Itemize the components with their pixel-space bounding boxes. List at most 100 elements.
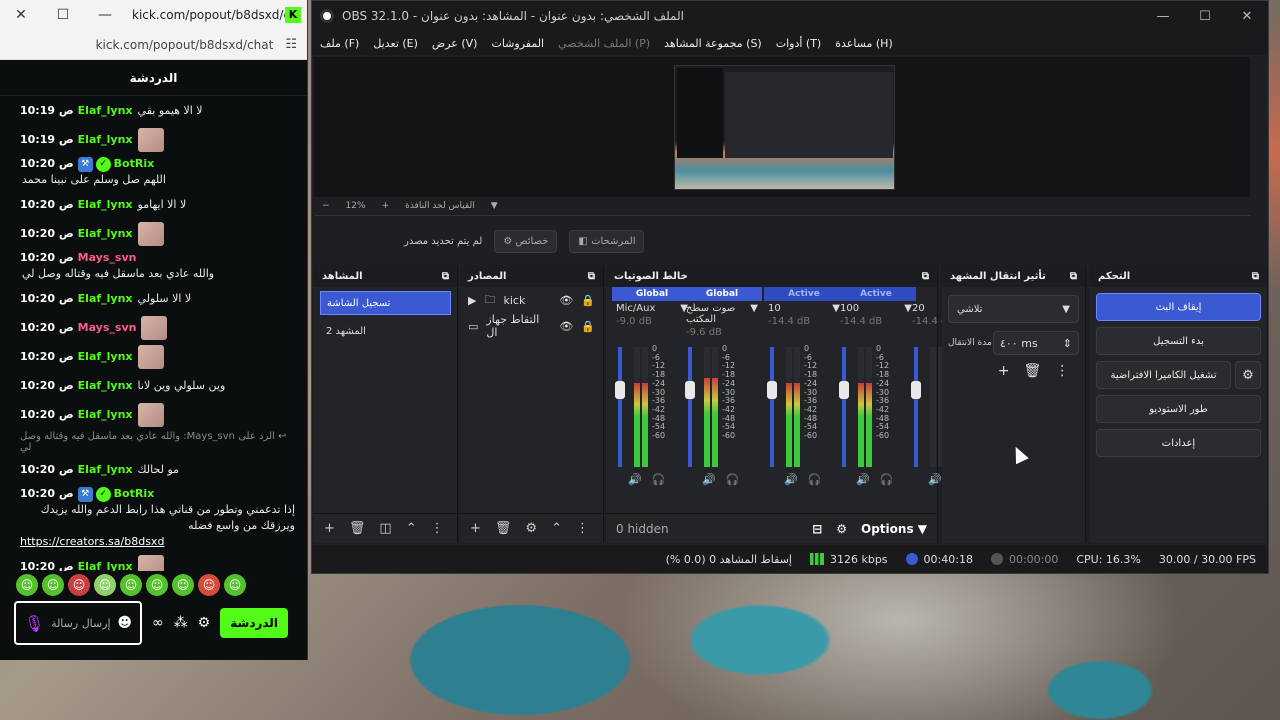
maximize-icon[interactable]: ☐ [1184, 9, 1226, 24]
add-icon[interactable]: + [470, 521, 481, 536]
headphone-icon[interactable]: 🎧 [880, 473, 894, 486]
more-icon[interactable]: ⋮ [576, 521, 589, 536]
menu-edit[interactable]: تعديل (E) [373, 37, 418, 50]
studio-mode-button[interactable]: طور الاستوديو [1096, 395, 1261, 423]
emote-icon[interactable]: ☺ [146, 574, 168, 596]
volume-fader[interactable] [618, 347, 622, 467]
scene-item-1[interactable]: المشهد 2 [320, 319, 451, 343]
minimize-icon[interactable]: — [1142, 9, 1184, 24]
undock-icon[interactable]: ⧉ [1252, 271, 1259, 282]
emote-icon[interactable]: ☺ [198, 574, 220, 596]
emote-icon[interactable]: ☺ [120, 574, 142, 596]
source-item-display[interactable]: ▭ التقاط جهاز ال 👁 🔒 [460, 313, 603, 339]
menu-docks[interactable]: المفروشات [491, 37, 544, 50]
lock-icon[interactable]: 🔒 [581, 320, 595, 333]
message-link[interactable]: https://creators.sa/b8dsxd [20, 534, 164, 550]
site-settings-icon[interactable]: ☷ [285, 37, 297, 52]
trash-icon[interactable]: 🗑 [349, 521, 366, 536]
more-icon[interactable]: ⋮ [431, 521, 444, 536]
filters-button[interactable]: ◧ المرشحات [569, 229, 645, 253]
duration-spinbox[interactable]: ٤٠٠ ms ⇕ [993, 331, 1079, 355]
menu-scene-collection[interactable]: مجموعة المشاهد (S) [664, 37, 762, 50]
emoji-icon[interactable]: ☻ [117, 615, 132, 631]
preview-scrollbar[interactable] [314, 215, 1250, 216]
eye-icon[interactable]: 👁 [559, 320, 573, 333]
filter-icon[interactable]: ◫ [379, 521, 391, 536]
emote-icon[interactable]: ☺ [16, 574, 38, 596]
source-item-kick[interactable]: ▶ 🗀 kick 👁 🔒 [460, 287, 603, 313]
volume-fader[interactable] [842, 347, 846, 467]
channel-name-row[interactable]: صوت سطح المكتب ▼ [682, 301, 762, 327]
headphone-icon[interactable]: 🎧 [652, 473, 666, 486]
message-user[interactable]: Elaf_lynx [78, 462, 133, 478]
fader-handle[interactable] [767, 380, 777, 399]
message-user[interactable]: Elaf_lynx [78, 559, 133, 572]
undock-icon[interactable]: ⧉ [922, 271, 929, 282]
fader-handle[interactable] [839, 380, 849, 399]
chevron-down-icon[interactable]: ▼ [750, 303, 758, 325]
lock-icon[interactable]: 🔒 [581, 294, 595, 307]
trash-icon[interactable]: 🗑 [495, 521, 512, 536]
speaker-icon[interactable]: 🔊 [628, 473, 642, 486]
emote-icon[interactable]: ☺ [172, 574, 194, 596]
add-icon[interactable]: + [998, 363, 1010, 379]
headphone-icon[interactable]: 🎧 [808, 473, 822, 486]
message-user[interactable]: Elaf_lynx [78, 291, 133, 307]
undock-icon[interactable]: ⧉ [442, 271, 449, 282]
fader-handle[interactable] [911, 380, 921, 399]
expand-icon[interactable]: ▶ [468, 294, 476, 307]
undock-icon[interactable]: ⧉ [588, 271, 595, 282]
message-user[interactable]: Elaf_lynx [78, 103, 133, 119]
fader-handle[interactable] [615, 380, 625, 399]
menu-profile[interactable]: الملف الشخصي (P) [558, 37, 650, 50]
advanced-audio-icon[interactable]: ⚙ [836, 522, 847, 536]
spin-icon[interactable]: ⇕ [1063, 337, 1072, 350]
speaker-icon[interactable]: 🔊 [928, 473, 942, 486]
menu-tools[interactable]: أدوات (T) [776, 37, 822, 50]
message-user[interactable]: Elaf_lynx [78, 407, 133, 423]
microphone-icon[interactable]: 🎙 [24, 614, 44, 633]
chevron-up-icon[interactable]: ⌃ [406, 521, 417, 536]
chevron-down-icon[interactable]: ▼ [491, 201, 498, 211]
chevron-up-icon[interactable]: ⌃ [551, 521, 562, 536]
gear-icon[interactable]: ⚙ [525, 521, 537, 536]
message-user[interactable]: Mays_svn [78, 250, 137, 266]
fader-handle[interactable] [685, 380, 695, 399]
chat-url[interactable]: kick.com/popout/b8dsxd/chat [96, 38, 274, 52]
volume-fader[interactable] [770, 347, 774, 467]
share-icon[interactable]: ⁂ [174, 615, 188, 631]
chat-message-input[interactable]: 🎙 إرسال رسالة ☻ [14, 601, 142, 645]
infinity-icon[interactable]: ∞ [152, 615, 164, 631]
undock-icon[interactable]: ⧉ [1070, 271, 1077, 282]
options-button[interactable]: Options ▼ [861, 522, 927, 536]
message-user[interactable]: Elaf_lynx [78, 378, 133, 394]
preview-canvas[interactable] [314, 57, 1250, 197]
message-user[interactable]: Mays_svn [78, 320, 137, 336]
gear-icon[interactable]: ⚙ [198, 615, 211, 631]
eye-icon[interactable]: 👁 [559, 294, 573, 307]
channel-name-row[interactable]: 100 ▼ [836, 301, 916, 316]
start-record-button[interactable]: بدء التسجيل [1096, 327, 1261, 355]
transition-select[interactable]: تلاشي ▼ [948, 295, 1079, 323]
menu-file[interactable]: ملف (F) [320, 37, 359, 50]
trash-icon[interactable]: 🗑 [1023, 363, 1041, 379]
menu-help[interactable]: مساعدة (H) [835, 37, 893, 50]
close-icon[interactable]: ✕ [0, 7, 42, 23]
speaker-icon[interactable]: 🔊 [702, 473, 716, 486]
maximize-icon[interactable]: ☐ [42, 7, 84, 23]
close-icon[interactable]: ✕ [1226, 9, 1268, 24]
menu-view[interactable]: عرض (V) [432, 37, 478, 50]
emote-icon[interactable]: ☺ [42, 574, 64, 596]
emote-icon[interactable]: ☺ [224, 574, 246, 596]
zoom-in-icon[interactable]: + [382, 201, 390, 211]
headphone-icon[interactable]: 🎧 [726, 473, 740, 486]
message-user[interactable]: Elaf_lynx [78, 197, 133, 213]
properties-button[interactable]: ⚙ خصائص [494, 229, 558, 253]
message-user[interactable]: Elaf_lynx [78, 132, 133, 148]
message-user[interactable]: Elaf_lynx [78, 226, 133, 242]
volume-fader[interactable] [688, 347, 692, 467]
settings-button[interactable]: إعدادات [1096, 429, 1261, 457]
speaker-icon[interactable]: 🔊 [856, 473, 870, 486]
scene-item-0[interactable]: تسجيل الشاشة [320, 291, 451, 315]
add-icon[interactable]: + [324, 521, 335, 536]
